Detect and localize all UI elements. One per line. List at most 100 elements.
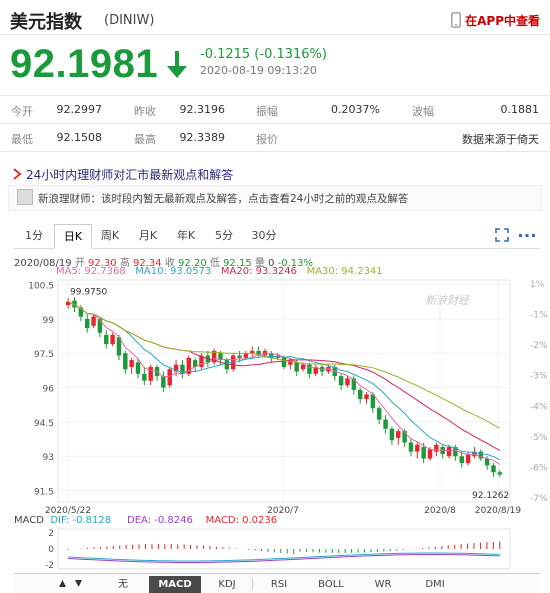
candle-body	[427, 449, 433, 459]
candle-body	[161, 376, 166, 388]
candle-body	[110, 334, 115, 345]
candle-body	[129, 360, 134, 367]
arrow-down-icon	[167, 51, 187, 78]
candle-body	[357, 389, 363, 400]
pct-tick-label: -2%	[530, 341, 548, 351]
tab-weekly-k[interactable]: 周K	[92, 224, 128, 247]
stat-value-low: 92.1508	[56, 131, 103, 144]
stat-label-quote-source: 报价	[256, 133, 278, 146]
pct-tick-label: -6%	[530, 463, 548, 473]
tab-1min[interactable]: 1分	[16, 224, 52, 247]
stats-divider	[0, 151, 550, 152]
stat-label-amplitude: 振幅	[256, 105, 278, 118]
ma10-line	[67, 301, 501, 461]
macd-chart[interactable]: 2 0 -2	[0, 527, 550, 573]
y-tick-label: 99	[43, 316, 55, 326]
candle-body	[484, 458, 490, 466]
candle-body	[459, 456, 464, 464]
candle-body	[148, 366, 153, 381]
tab-yearly-k[interactable]: 年K	[168, 224, 204, 247]
candle-body	[415, 444, 420, 452]
candle-body	[135, 362, 141, 374]
fullscreen-icon[interactable]	[495, 228, 509, 242]
indicator-tabs: 无 MACD KDJ RSI BOLL WR DMI	[14, 573, 540, 593]
candle-body	[224, 360, 230, 370]
quote-timestamp: 2020-08-19 09:13:20	[200, 64, 317, 77]
stat-value-amplitude: 0.2037%	[331, 103, 380, 116]
chart-tabs: 1分 日K 周K 月K 年K 5分 30分	[14, 224, 540, 249]
candle-body	[91, 316, 96, 326]
candle-body	[294, 362, 299, 372]
indicator-tab-dmi[interactable]: DMI	[409, 576, 461, 593]
tab-daily-k[interactable]: 日K	[54, 224, 92, 249]
y-tick-label: 96	[43, 385, 55, 395]
ma20-line	[67, 301, 501, 451]
advisor-avatar	[17, 189, 33, 205]
candle-body	[123, 353, 128, 370]
tab-5min[interactable]: 5分	[206, 224, 242, 247]
indicator-tab-macd[interactable]: MACD	[149, 576, 201, 593]
x-tick-label: 2020/8	[424, 506, 456, 516]
indicator-tab-none[interactable]: 无	[97, 576, 149, 593]
macd-y-tick: 2	[48, 529, 54, 539]
candle-body	[243, 353, 249, 358]
candle-body	[434, 444, 439, 452]
y-tick-label: 91.5	[34, 488, 54, 498]
candle-body	[491, 465, 496, 473]
stat-value-range: 0.1881	[500, 103, 540, 116]
macd-legend: MACD DIF: -0.8128 DEA: -0.8246 MACD: 0.0…	[14, 515, 277, 526]
macd-dea: DEA: -0.8246	[127, 515, 193, 526]
indicator-tab-kdj[interactable]: KDJ	[201, 576, 253, 593]
pct-tick-label: 1%	[530, 280, 545, 290]
candle-body	[84, 318, 90, 329]
stat-label-open: 今开	[11, 105, 33, 118]
candle-body	[142, 373, 147, 381]
advisor-title-link[interactable]: 24小时内理财师对汇市最新观点和解答	[26, 166, 233, 183]
indicator-tab-wr[interactable]: WR	[357, 576, 409, 593]
pct-tick-label: -1%	[530, 311, 548, 321]
candle-body	[338, 376, 344, 386]
watermark: 新浪财经	[425, 294, 470, 307]
stats-row-2: 最低 92.1508 最高 92.3389 报价 数据来源于倚天	[0, 123, 550, 152]
tab-monthly-k[interactable]: 月K	[130, 224, 166, 247]
candle-body	[396, 431, 401, 438]
symbol-code: (DINIW)	[104, 13, 155, 28]
candle-body	[364, 394, 369, 400]
indicator-tab-boll[interactable]: BOLL	[305, 576, 357, 593]
stat-label-prev-close: 昨收	[134, 105, 156, 118]
candle-body	[497, 472, 503, 475]
y-tick-label: 93	[43, 453, 54, 463]
more-icon[interactable]	[518, 228, 536, 242]
advisor-message[interactable]: 新浪理财师：该时段内暂无最新观点及解答，点击查看24小时之前的观点及解答	[38, 191, 408, 206]
tab-30min[interactable]: 30分	[244, 224, 284, 247]
stat-label-high: 最高	[134, 133, 156, 146]
candle-body	[383, 419, 388, 429]
macd-label: MACD	[14, 515, 44, 526]
pct-tick-label: -4%	[530, 402, 548, 412]
min-label: 92.1262	[472, 491, 509, 501]
candle-body	[104, 334, 109, 345]
stat-label-low: 最低	[11, 133, 33, 146]
stat-label-range: 波幅	[412, 105, 434, 118]
y-tick-label: 97.5	[34, 350, 54, 360]
triangle-down-icon[interactable]	[74, 579, 83, 588]
candle-body	[237, 355, 242, 358]
candle-body	[376, 408, 382, 420]
candle-body	[389, 428, 395, 441]
open-in-app-label: 在APP中查看	[465, 13, 540, 28]
y-tick-label: 100.5	[28, 282, 54, 292]
price-change: -0.1215 (-0.1316%)	[200, 47, 327, 62]
pct-tick-label: -7%	[530, 494, 548, 504]
header-divider	[0, 34, 550, 35]
macd-y-tick: 0	[48, 545, 54, 555]
max-label: 99.9750	[70, 288, 107, 298]
chevron-right-icon	[13, 168, 22, 180]
triangle-up-icon[interactable]	[58, 579, 67, 588]
indicator-tab-rsi[interactable]: RSI	[253, 576, 305, 593]
candle-body	[167, 369, 172, 386]
candlestick-chart[interactable]: 100.5 99 97.5 96 94.5 93 91.5 1% -1% -2% -3% -4% -5%…	[0, 276, 550, 516]
x-tick-label: 2020/8/19	[475, 506, 521, 516]
current-price: 92.1981	[10, 42, 159, 86]
open-in-app-link[interactable]: 在APP中查看	[451, 10, 540, 30]
candle-body	[281, 357, 287, 367]
